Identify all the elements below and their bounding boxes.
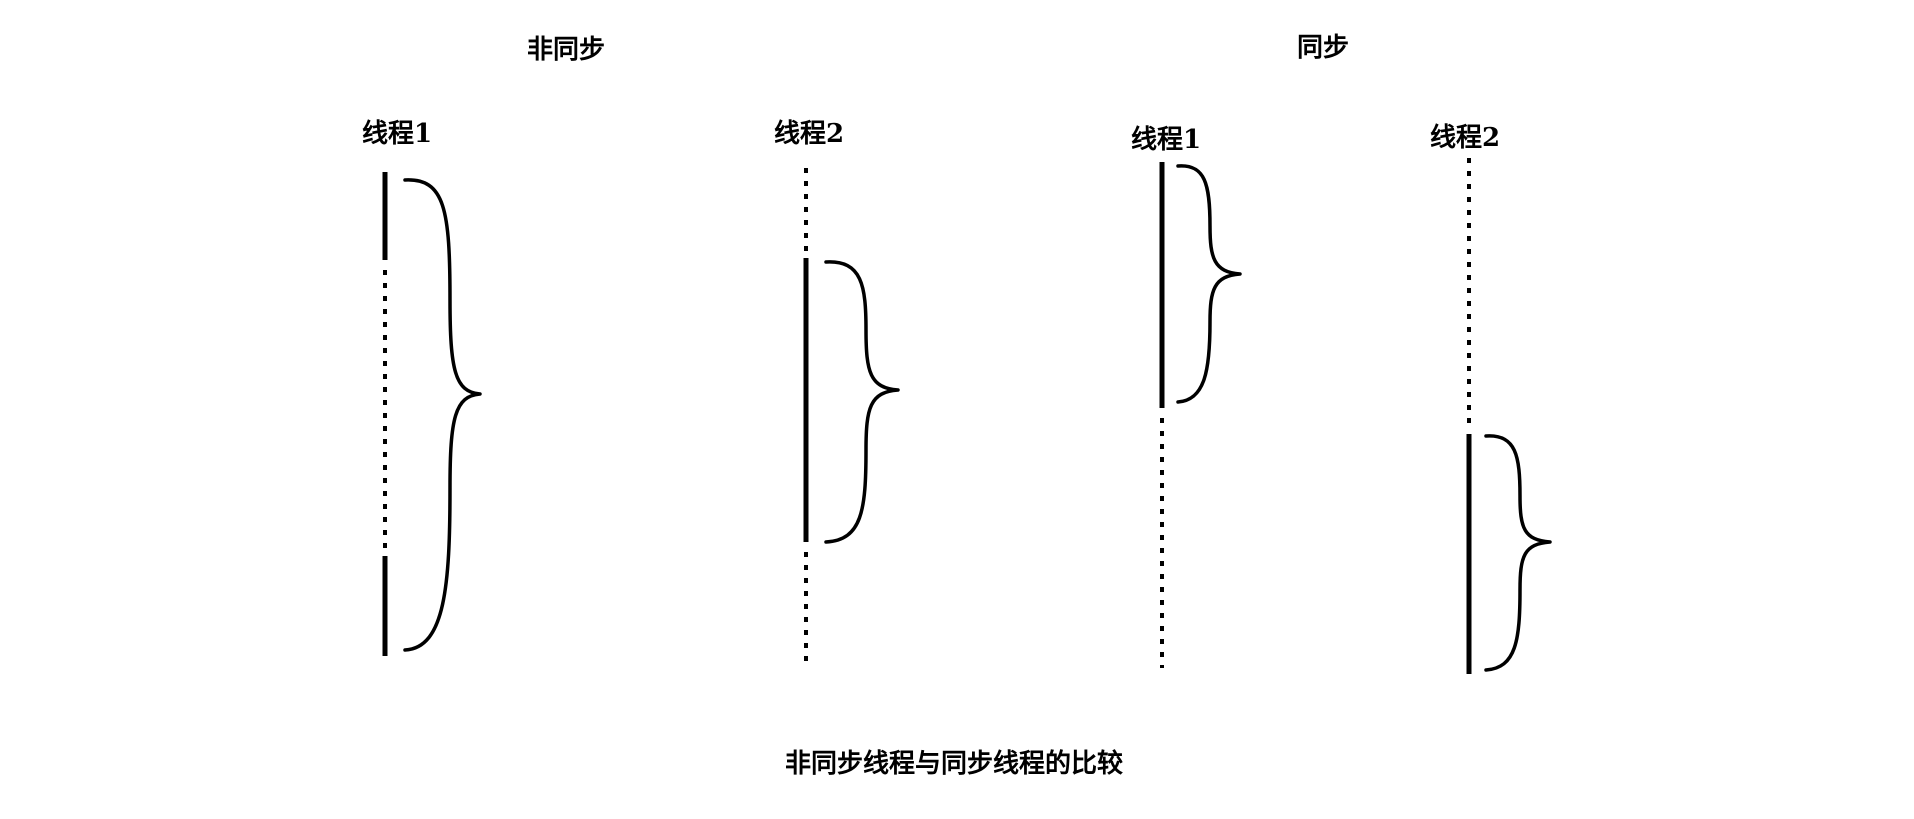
async-thread1-brace [403, 178, 482, 652]
sync-thread2-label: 线程2 [1430, 123, 1500, 153]
async-thread1-label: 线程1 [362, 119, 432, 149]
title-async: 非同步 [527, 34, 605, 65]
async-thread2-brace [824, 260, 900, 544]
thread-comparison-diagram: 非同步 同步 线程1 线程2 线程1 线程2 非同步线程与同步线程的比较 [362, 32, 1552, 779]
sync-thread1-label: 线程1 [1131, 125, 1201, 155]
async-panel: 线程1 线程2 [362, 119, 900, 662]
sync-panel: 线程1 线程2 [1131, 123, 1552, 674]
figure-caption: 非同步线程与同步线程的比较 [785, 748, 1123, 779]
sync-thread1-brace [1176, 164, 1242, 404]
async-thread2-label: 线程2 [774, 119, 844, 149]
title-sync: 同步 [1297, 32, 1349, 63]
sync-thread2-brace [1484, 434, 1552, 672]
